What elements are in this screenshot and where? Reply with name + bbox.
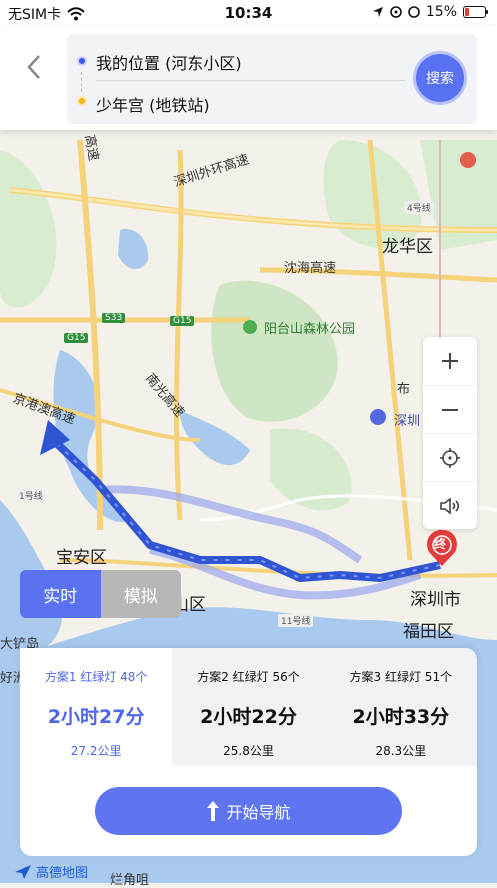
turn-arrow-icon: [207, 801, 220, 821]
mode-toggle: 实时 模拟: [20, 570, 181, 618]
crosshair-icon: [440, 448, 460, 468]
zoom-out-button[interactable]: [423, 385, 477, 434]
alarm-icon: [390, 6, 402, 18]
end-dot-icon: [77, 96, 87, 106]
plan-distance: 25.8公里: [223, 744, 274, 758]
plan-duration: 2小时33分: [352, 706, 450, 728]
plan-meta: 方案3 红绿灯 51个: [349, 670, 453, 684]
plan-duration: 2小时22分: [200, 706, 297, 728]
chevron-left-icon: [27, 55, 40, 79]
route-plans-panel: 方案1 红绿灯 48个 2小时27分 27.2公里 方案2 红绿灯 56个 2小…: [20, 648, 477, 856]
route-box: 我的位置 (河东小区) 少年宫 (地铁站) 搜索: [67, 34, 477, 124]
battery-icon: [463, 6, 488, 18]
minus-icon: [442, 409, 458, 411]
zoom-in-button[interactable]: [423, 337, 477, 385]
route-divider: [96, 80, 406, 81]
amap-logo: 高德地图: [14, 862, 88, 881]
status-bar: 无SIM卡 10:34 15%: [0, 0, 497, 26]
realtime-mode-button[interactable]: 实时: [20, 570, 101, 618]
origin-field[interactable]: 我的位置 (河东小区): [96, 50, 242, 74]
back-button[interactable]: [22, 52, 46, 82]
speaker-icon: [440, 497, 460, 515]
plan-meta: 方案1 红绿灯 48个: [44, 670, 148, 684]
start-dot-icon: [77, 56, 87, 66]
plan-option-1[interactable]: 方案1 红绿灯 48个 2小时27分 27.2公里: [20, 648, 173, 766]
destination-field[interactable]: 少年宫 (地铁站): [96, 92, 210, 116]
map-tools: [423, 337, 477, 529]
route-connector: [81, 72, 82, 92]
simulate-mode-button[interactable]: 模拟: [100, 570, 181, 618]
route-input-panel: 我的位置 (河东小区) 少年宫 (地铁站) 搜索: [0, 26, 497, 130]
plan-option-3[interactable]: 方案3 红绿灯 51个 2小时33分 28.3公里: [325, 648, 477, 766]
amap-logo-icon: [15, 864, 31, 879]
plan-distance: 28.3公里: [375, 744, 427, 758]
plan-distance: 27.2公里: [70, 744, 122, 758]
plan-duration: 2小时27分: [47, 706, 145, 728]
plus-icon: [442, 353, 458, 369]
search-button[interactable]: 搜索: [416, 54, 464, 102]
start-navigation-button[interactable]: 开始导航: [95, 787, 402, 835]
location-arrow-icon: [372, 7, 383, 17]
logo-text: 高德地图: [36, 866, 89, 881]
plan-option-2[interactable]: 方案2 红绿灯 56个 2小时22分 25.8公里: [172, 648, 324, 766]
battery-percent: 15%: [425, 4, 457, 20]
plan-meta: 方案2 红绿灯 56个: [197, 670, 300, 684]
start-navigation-label: 开始导航: [226, 803, 291, 822]
plan-list: 方案1 红绿灯 48个 2小时27分 27.2公里 方案2 红绿灯 56个 2小…: [20, 648, 477, 766]
voice-button[interactable]: [423, 481, 477, 530]
orientation-lock-icon: [408, 6, 420, 18]
locate-button[interactable]: [423, 433, 477, 482]
